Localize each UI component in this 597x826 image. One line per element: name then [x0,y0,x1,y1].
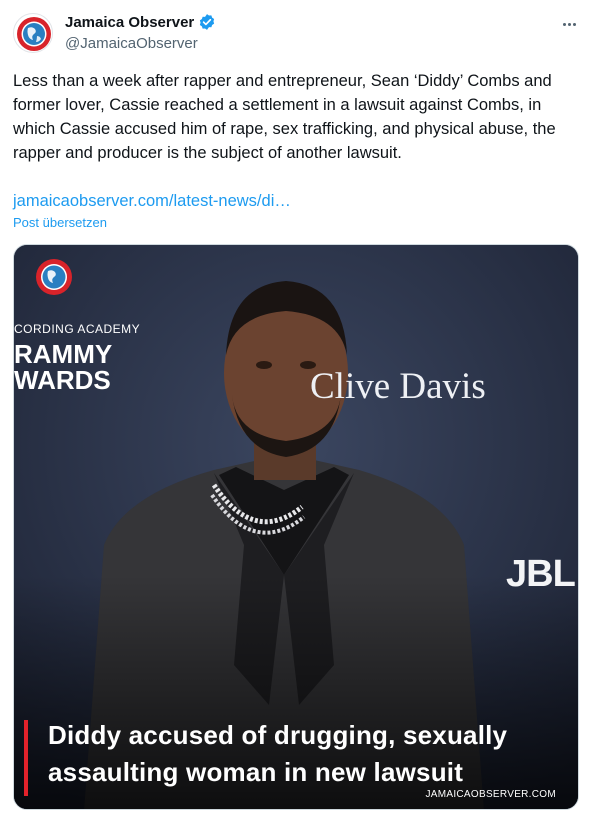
more-options-icon[interactable] [559,14,579,34]
tweet-card: Jamaica Observer @JamaicaObserver Less t… [0,0,597,826]
backdrop-text-clive-davis: Clive Davis [310,366,486,407]
account-name[interactable]: Jamaica Observer [65,14,194,31]
globe-logo-icon [17,17,51,51]
avatar[interactable] [13,13,53,53]
translate-post-link[interactable]: Post übersetzen [13,215,107,230]
media-headline: Diddy accused of drugging, sexually assa… [48,720,508,787]
headline-accent-bar [24,720,28,796]
verified-badge-icon [200,14,215,30]
tweet-header: Jamaica Observer @JamaicaObserver [65,12,216,52]
backdrop-text-jbl: JBL [506,553,576,595]
backdrop-text-awards: WARDS [14,365,111,395]
backdrop-text-academy: CORDING ACADEMY [14,322,141,336]
name-row: Jamaica Observer [65,12,216,32]
observer-watermark-icon [36,259,72,295]
backdrop-text-grammy: RAMMY [14,339,113,369]
article-link[interactable]: jamaicaobserver.com/latest-news/di… [13,189,291,213]
tweet-text: Less than a week after rapper and entrep… [13,72,556,162]
media-image[interactable]: CORDING ACADEMY RAMMY WARDS Clive Davis … [13,244,579,810]
account-handle[interactable]: @JamaicaObserver [65,35,216,52]
media-source: JAMAICAOBSERVER.COM [425,789,556,800]
